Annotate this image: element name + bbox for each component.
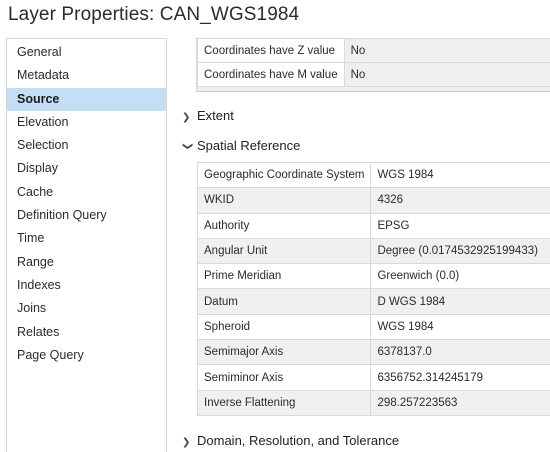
table-row: WKID 4326: [196, 187, 550, 214]
property-key: WKID: [196, 187, 372, 214]
table-row: Semimajor Axis 6378137.0: [196, 339, 550, 366]
property-key: Datum: [196, 288, 372, 315]
property-key: Coordinates have M value: [197, 62, 345, 87]
property-key: Spheroid: [196, 313, 372, 341]
property-key: Prime Meridian: [196, 263, 372, 290]
property-value: Degree (0.0174532925199433): [370, 237, 550, 265]
sidebar-item-metadata[interactable]: Metadata: [7, 64, 166, 87]
property-key: Authority: [196, 212, 372, 239]
table-row: Coordinates have M value No: [197, 62, 550, 87]
table-row: Prime Meridian Greenwich (0.0): [196, 263, 550, 290]
table-row: Coordinates have Z value No: [197, 38, 550, 63]
layer-properties-dialog: Layer Properties: CAN_WGS1984 General Me…: [0, 0, 550, 452]
property-key: Geographic Coordinate System: [196, 161, 372, 189]
property-value: EPSG: [370, 212, 550, 239]
sidebar-item-relates[interactable]: Relates: [7, 321, 166, 344]
property-value: 4326: [370, 187, 550, 214]
sidebar-item-source[interactable]: Source: [7, 87, 166, 111]
section-spatial-reference[interactable]: ❯ Spatial Reference: [182, 138, 300, 153]
geometry-table: Coordinates have Z value No Coordinates …: [197, 38, 550, 87]
sidebar-item-time[interactable]: Time: [7, 227, 166, 250]
property-value: WGS 1984: [370, 161, 550, 189]
sidebar-item-range[interactable]: Range: [7, 251, 166, 274]
table-row: Datum D WGS 1984: [196, 288, 550, 315]
section-domain-label: Domain, Resolution, and Tolerance: [197, 433, 400, 448]
spatial-reference-table: Geographic Coordinate System WGS 1984 WK…: [196, 161, 550, 416]
sidebar-item-general[interactable]: General: [7, 41, 166, 64]
sidebar-item-indexes[interactable]: Indexes: [7, 274, 166, 297]
property-key: Semimajor Axis: [196, 339, 372, 366]
sidebar-item-elevation[interactable]: Elevation: [7, 111, 166, 134]
property-value: WGS 1984: [370, 313, 550, 341]
section-extent-label: Extent: [197, 108, 234, 123]
section-spatial-reference-label: Spatial Reference: [197, 138, 301, 153]
chevron-right-icon: ❯: [182, 112, 191, 123]
sidebar-item-cache[interactable]: Cache: [7, 181, 166, 204]
property-key: Angular Unit: [196, 237, 372, 265]
sidebar-item-selection[interactable]: Selection: [7, 134, 166, 157]
sidebar-item-joins[interactable]: Joins: [7, 297, 166, 320]
property-key: Semiminor Axis: [196, 364, 372, 391]
property-value: Greenwich (0.0): [370, 263, 550, 290]
sidebar-item-page-query[interactable]: Page Query: [7, 344, 166, 367]
table-row: Semiminor Axis 6356752.314245179: [196, 364, 550, 391]
property-value: D WGS 1984: [370, 288, 550, 315]
property-value: No: [343, 38, 550, 63]
table-row: Inverse Flattening 298.257223563: [196, 389, 550, 416]
property-value: 298.257223563: [370, 389, 550, 416]
table-row: Angular Unit Degree (0.0174532925199433): [196, 237, 550, 265]
geometry-properties: Coordinates have Z value No Coordinates …: [196, 38, 550, 92]
table-row: Spheroid WGS 1984: [196, 313, 550, 341]
dialog-title: Layer Properties: CAN_WGS1984: [8, 4, 300, 25]
sidebar-item-definition-query[interactable]: Definition Query: [7, 204, 166, 227]
property-value: No: [343, 62, 550, 87]
sidebar-nav: General Metadata Source Elevation Select…: [6, 38, 167, 452]
source-panel: Coordinates have Z value No Coordinates …: [176, 38, 550, 452]
sidebar-item-display[interactable]: Display: [7, 157, 166, 180]
property-key: Coordinates have Z value: [197, 38, 345, 63]
chevron-right-icon: ❯: [182, 437, 191, 448]
section-domain-resolution-tolerance[interactable]: ❯ Domain, Resolution, and Tolerance: [182, 433, 399, 448]
property-value: 6356752.314245179: [370, 364, 550, 391]
section-extent[interactable]: ❯ Extent: [182, 108, 234, 123]
property-value: 6378137.0: [370, 339, 550, 366]
table-row: Authority EPSG: [196, 212, 550, 239]
chevron-down-icon: ❯: [182, 142, 193, 151]
property-key: Inverse Flattening: [196, 389, 372, 416]
table-row: Geographic Coordinate System WGS 1984: [196, 161, 550, 189]
